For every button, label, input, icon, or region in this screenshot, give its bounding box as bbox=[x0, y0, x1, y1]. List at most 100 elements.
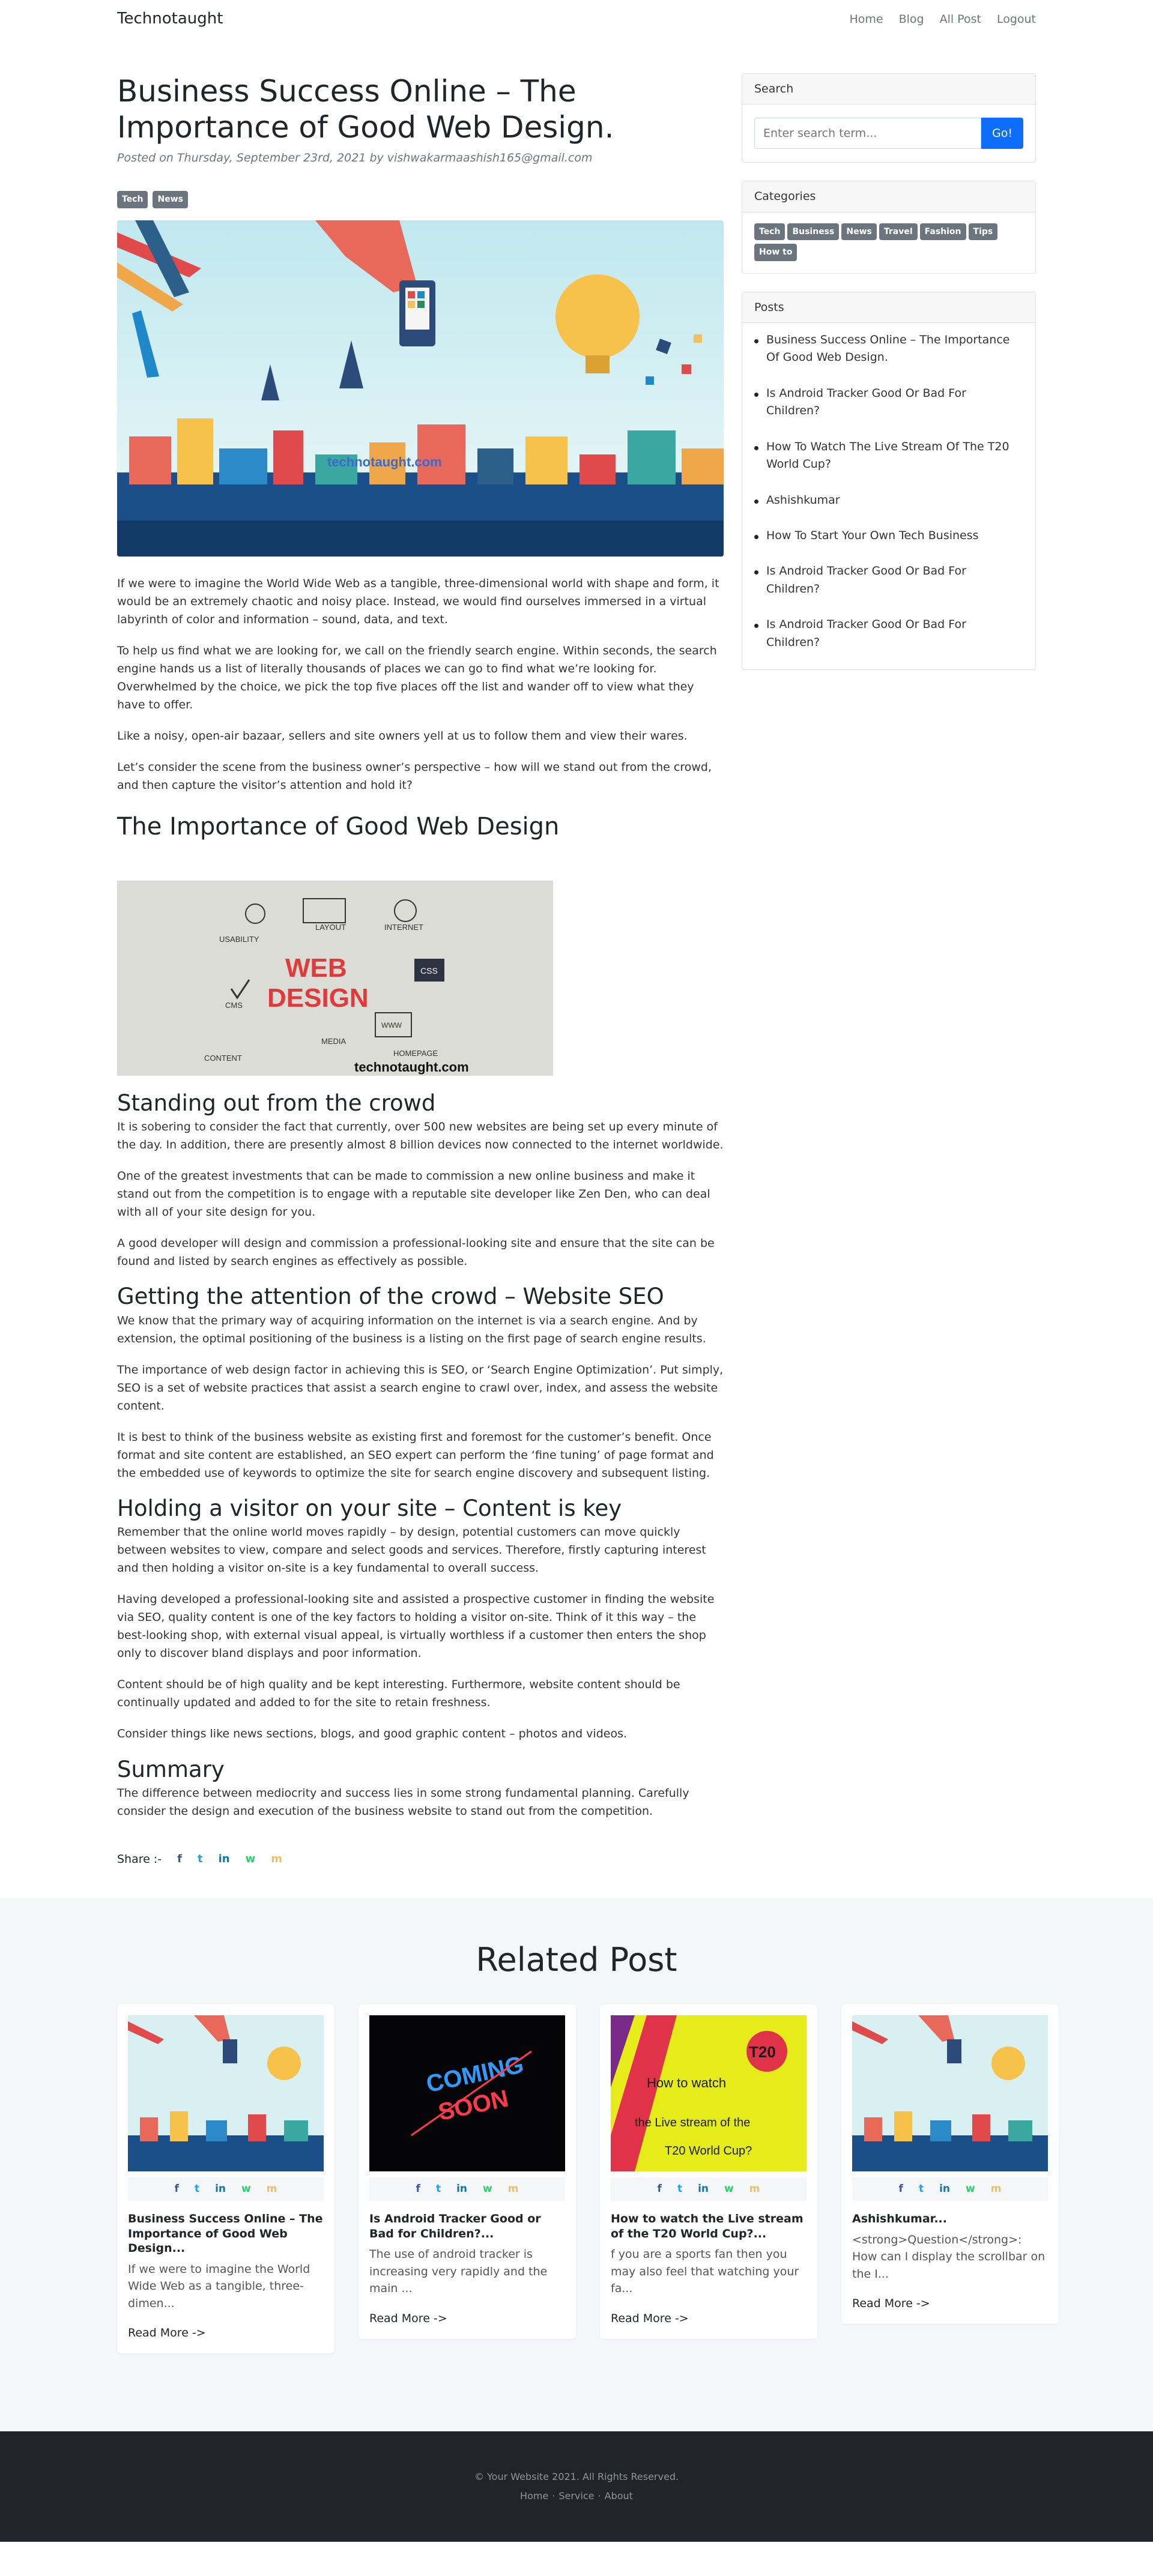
category-tips[interactable]: Tips bbox=[968, 223, 998, 241]
related-card-image[interactable] bbox=[852, 2015, 1048, 2171]
related-title: Related Post bbox=[476, 1941, 677, 1979]
nav-logout[interactable]: Logout bbox=[997, 10, 1036, 28]
share-label: Share :- bbox=[117, 1852, 162, 1866]
post-link-3[interactable]: How To Watch The Live Stream Of The T20 … bbox=[754, 438, 1023, 474]
mail-icon[interactable]: m bbox=[991, 2181, 1002, 2197]
footer: © Your Website 2021. All Rights Reserved… bbox=[0, 2431, 1153, 2542]
post-title: Business Success Online – The Importance… bbox=[117, 74, 614, 145]
article: Business Success Online – The Importance… bbox=[117, 73, 724, 1898]
category-news[interactable]: News bbox=[841, 223, 877, 241]
footer-link-home[interactable]: Home bbox=[520, 2487, 548, 2506]
twitter-icon[interactable]: t bbox=[677, 2181, 682, 2197]
read-more-link[interactable]: Read More -> bbox=[369, 2312, 447, 2325]
svg-text:HOMEPAGE: HOMEPAGE bbox=[393, 1049, 438, 1058]
mail-icon[interactable]: m bbox=[267, 2181, 277, 2197]
linkedin-icon[interactable]: in bbox=[215, 2181, 226, 2197]
svg-text:T20: T20 bbox=[749, 2043, 776, 2061]
related-card-share: f t in w m bbox=[611, 2177, 806, 2201]
twitter-icon[interactable]: t bbox=[436, 2181, 441, 2197]
linkedin-icon[interactable]: in bbox=[698, 2181, 709, 2197]
read-more-link[interactable]: Read More -> bbox=[611, 2312, 689, 2325]
related-card-excerpt: f you are a sports fan then you may also… bbox=[611, 2248, 799, 2296]
post-meta: Posted on Thursday, September 23rd, 2021… bbox=[117, 151, 593, 164]
post-link-7[interactable]: Is Android Tracker Good Or Bad For Child… bbox=[754, 616, 1023, 651]
whatsapp-icon[interactable]: w bbox=[483, 2181, 492, 2197]
related-card-image[interactable]: T20 How to watch the Live stream of the … bbox=[611, 2015, 806, 2171]
footer-link-about[interactable]: About bbox=[605, 2487, 633, 2506]
whatsapp-icon[interactable]: w bbox=[966, 2181, 975, 2197]
footer-link-service[interactable]: Service bbox=[558, 2487, 594, 2506]
facebook-icon[interactable]: f bbox=[416, 2181, 420, 2197]
footer-separator: · bbox=[552, 2490, 555, 2502]
section-2-paragraph-1: We know that the primary way of acquirin… bbox=[117, 1314, 706, 1345]
twitter-icon[interactable]: t bbox=[919, 2181, 924, 2197]
search-widget-title: Search bbox=[742, 74, 1035, 105]
section-3-paragraph-4: Consider things like news sections, blog… bbox=[117, 1727, 628, 1741]
section-3-paragraph-2: Having developed a professional-looking … bbox=[117, 1593, 715, 1661]
section-heading-3: Holding a visitor on your site – Content… bbox=[117, 1495, 622, 1521]
category-fashion[interactable]: Fashion bbox=[919, 223, 966, 241]
tag-news[interactable]: News bbox=[153, 191, 188, 208]
whatsapp-icon[interactable]: w bbox=[246, 1851, 256, 1868]
related-card-title[interactable]: Ashishkumar... bbox=[852, 2212, 1048, 2227]
sidebar: Search Go! Categories Tech Business News… bbox=[742, 73, 1036, 1898]
section-heading-4: Summary bbox=[117, 1756, 225, 1782]
svg-text:the Live stream of the: the Live stream of the bbox=[635, 2116, 750, 2129]
twitter-icon[interactable]: t bbox=[195, 2181, 199, 2197]
category-how-to[interactable]: How to bbox=[754, 244, 797, 261]
search-input[interactable] bbox=[754, 118, 981, 149]
category-business[interactable]: Business bbox=[787, 223, 840, 241]
related-card-title[interactable]: How to watch the Live stream of the T20 … bbox=[611, 2212, 806, 2241]
section-1-paragraph-3: A good developer will design and commiss… bbox=[117, 1237, 715, 1268]
nav-all-post[interactable]: All Post bbox=[940, 10, 981, 28]
category-tech[interactable]: Tech bbox=[754, 223, 785, 241]
whatsapp-icon[interactable]: w bbox=[241, 2181, 251, 2197]
categories-widget: Categories Tech Business News Travel Fas… bbox=[742, 181, 1036, 274]
linkedin-icon[interactable]: in bbox=[456, 2181, 467, 2197]
search-button[interactable]: Go! bbox=[981, 118, 1023, 149]
mail-icon[interactable]: m bbox=[271, 1851, 282, 1868]
read-more-link[interactable]: Read More -> bbox=[852, 2297, 930, 2310]
facebook-icon[interactable]: f bbox=[899, 2181, 903, 2197]
related-card-image[interactable]: COMING SOON bbox=[369, 2015, 565, 2171]
post-link-5[interactable]: How To Start Your Own Tech Business bbox=[754, 527, 1023, 544]
whatsapp-icon[interactable]: w bbox=[724, 2181, 734, 2197]
linkedin-icon[interactable]: in bbox=[939, 2181, 950, 2197]
section-1-paragraph-2: One of the greatest investments that can… bbox=[117, 1169, 710, 1219]
linkedin-icon[interactable]: in bbox=[219, 1851, 230, 1868]
related-posts: Related Post f t in w m Business Success… bbox=[0, 1898, 1153, 2432]
section-1-paragraph-1: It is sobering to consider the fact that… bbox=[117, 1120, 724, 1152]
svg-text:MEDIA: MEDIA bbox=[321, 1037, 347, 1046]
posts-widget-title: Posts bbox=[742, 292, 1035, 323]
section-heading-2: Getting the attention of the crowd – Web… bbox=[117, 1283, 664, 1310]
post-link-6[interactable]: Is Android Tracker Good Or Bad For Child… bbox=[754, 563, 1023, 598]
twitter-icon[interactable]: t bbox=[198, 1851, 203, 1868]
svg-text:T20 World Cup?: T20 World Cup? bbox=[665, 2144, 752, 2158]
section-3-paragraph-1: Remember that the online world moves rap… bbox=[117, 1525, 706, 1575]
brand-logo[interactable]: Technotaught bbox=[117, 7, 223, 32]
post-link-2[interactable]: Is Android Tracker Good Or Bad For Child… bbox=[754, 385, 1023, 420]
nav-home[interactable]: Home bbox=[849, 10, 883, 28]
related-card-image[interactable] bbox=[128, 2015, 324, 2171]
hero-watermark: technotaught.com bbox=[327, 454, 442, 469]
intro-paragraph-1: If we were to imagine the World Wide Web… bbox=[117, 576, 719, 626]
category-travel[interactable]: Travel bbox=[879, 223, 918, 241]
facebook-icon[interactable]: f bbox=[175, 2181, 179, 2197]
mail-icon[interactable]: m bbox=[508, 2181, 519, 2197]
related-card-title[interactable]: Is Android Tracker Good or Bad for Child… bbox=[369, 2212, 565, 2241]
related-card-title[interactable]: Business Success Online – The Importance… bbox=[128, 2212, 324, 2256]
mail-icon[interactable]: m bbox=[749, 2181, 760, 2197]
facebook-icon[interactable]: f bbox=[658, 2181, 662, 2197]
section-2-paragraph-3: It is best to think of the business webs… bbox=[117, 1430, 714, 1480]
web-design-image: USABILITY LAYOUT INTERNET CMS CONTENT ME… bbox=[117, 880, 553, 1076]
post-link-4[interactable]: Ashishkumar bbox=[754, 492, 1023, 509]
nav-blog[interactable]: Blog bbox=[899, 10, 924, 28]
section-heading-1: Standing out from the crowd bbox=[117, 1090, 436, 1116]
facebook-icon[interactable]: f bbox=[177, 1851, 182, 1868]
svg-text:technotaught.com: technotaught.com bbox=[354, 1060, 469, 1075]
article-body: If we were to imagine the World Wide Web… bbox=[117, 575, 724, 1820]
tag-tech[interactable]: Tech bbox=[117, 191, 148, 208]
svg-text:CONTENT: CONTENT bbox=[204, 1054, 242, 1063]
post-link-1[interactable]: Business Success Online – The Importance… bbox=[754, 331, 1023, 367]
read-more-link[interactable]: Read More -> bbox=[128, 2326, 206, 2339]
